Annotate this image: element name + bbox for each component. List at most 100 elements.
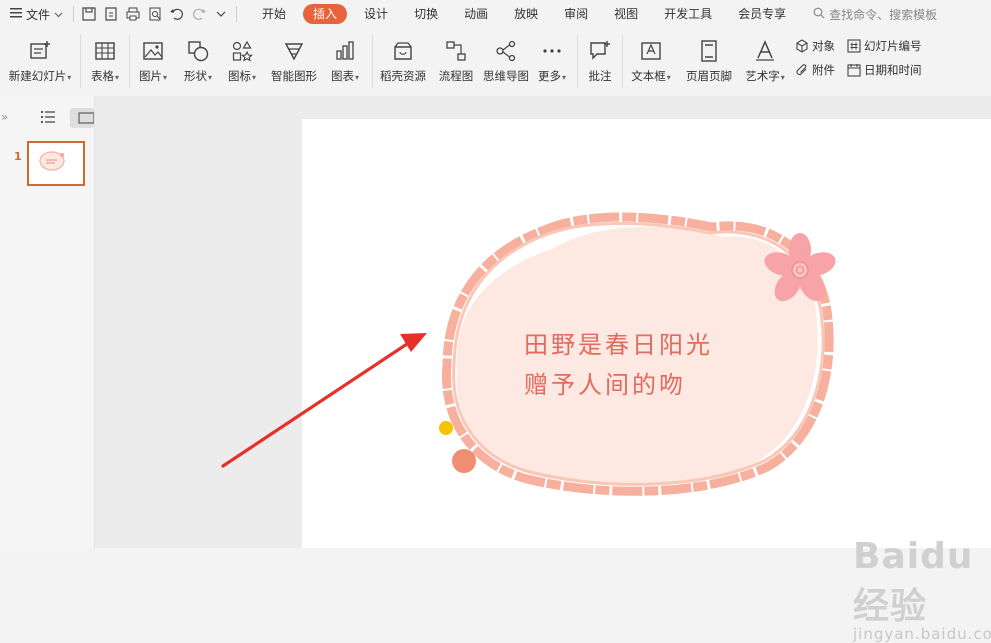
yellow-dot [439, 421, 453, 435]
slide[interactable]: 田野是春日阳光 赠予人间的吻 [302, 119, 991, 548]
calendar-icon [847, 64, 861, 77]
chart-button[interactable]: 图表▾ [324, 28, 366, 90]
ribbon-tabs: 开始 插入 设计 切换 动画 放映 审阅 视图 开发工具 会员专享 [249, 0, 799, 28]
search-placeholder: 查找命令、搜索模板 [829, 7, 938, 22]
slide-number-label: 幻灯片编号 [864, 39, 922, 53]
slide-editing-canvas: 田野是春日阳光 赠予人间的吻 Baidu经验 jingyan.baidu.com [95, 96, 991, 643]
slide-text-line-1: 田野是春日阳光 [524, 331, 713, 359]
resources-icon [390, 38, 416, 64]
chevron-down-icon [54, 7, 63, 21]
mindmap-icon [493, 38, 519, 64]
slide-number-button[interactable]: 幻灯片编号 [847, 38, 937, 54]
outline-view-icon[interactable] [40, 110, 56, 124]
print-icon[interactable] [122, 3, 144, 25]
slide-number-date-group: 幻灯片编号 日期和时间 [847, 28, 937, 78]
divider [236, 6, 238, 22]
shape-icon [185, 38, 211, 64]
wordart-label: 艺术字 [745, 69, 780, 83]
comment-button[interactable]: 批注 [578, 28, 622, 90]
orange-dot [452, 449, 476, 473]
object-attachment-group: 对象 附件 [795, 28, 847, 78]
flowchart-icon [443, 38, 469, 64]
hamburger-icon [10, 7, 22, 21]
tab-review[interactable]: 审阅 [551, 4, 601, 24]
tab-view[interactable]: 视图 [601, 4, 651, 24]
export-pdf-icon[interactable] [100, 3, 122, 25]
resources-label: 稻壳资源 [380, 69, 426, 83]
file-menu[interactable]: 文件 [0, 6, 69, 23]
tab-member[interactable]: 会员专享 [725, 4, 799, 24]
more-icon [539, 38, 565, 64]
tab-home[interactable]: 开始 [249, 4, 299, 24]
comment-icon [587, 38, 613, 64]
textbox-label: 文本框 [631, 69, 666, 83]
resources-button[interactable]: 稻壳资源 [373, 28, 433, 90]
icon-library-icon [229, 38, 255, 64]
command-search[interactable]: 查找命令、搜索模板 [813, 6, 937, 23]
file-menu-label: 文件 [26, 7, 51, 22]
slide-text-box[interactable]: 田野是春日阳光 赠予人间的吻 [524, 325, 713, 405]
comment-label: 批注 [588, 69, 612, 83]
tab-transitions[interactable]: 切换 [401, 4, 451, 24]
mindmap-button[interactable]: 思维导图 [479, 28, 533, 90]
expand-panel-icon[interactable]: » [1, 110, 8, 124]
thumbnail-preview [39, 151, 65, 171]
table-icon [92, 38, 118, 64]
customize-toolbar-icon[interactable] [210, 3, 232, 25]
tab-developer[interactable]: 开发工具 [651, 4, 725, 24]
paperclip-icon [796, 64, 807, 76]
attachment-button[interactable]: 附件 [795, 62, 847, 78]
picture-icon [140, 38, 166, 64]
thumbnail-view-icon[interactable] [70, 108, 95, 128]
ribbon-toolbar: 新建幻灯片▾ 表格▾ 图片▾ 形状▾ 图标▾ 智能图形 图表▾ 稻壳资源 流程图… [0, 28, 991, 96]
smartart-button[interactable]: 智能图形 [264, 28, 324, 90]
print-preview-icon[interactable] [144, 3, 166, 25]
attachment-label: 附件 [812, 63, 835, 77]
slide-thumbnail[interactable] [27, 141, 85, 186]
picture-button[interactable]: 图片▾ [130, 28, 176, 90]
bar-chart-icon [332, 38, 358, 64]
undo-icon[interactable] [166, 3, 188, 25]
tab-design[interactable]: 设计 [351, 4, 401, 24]
picture-label: 图片 [138, 69, 162, 83]
slide-text-line-2: 赠予人间的吻 [524, 371, 686, 399]
smartart-icon [281, 38, 307, 64]
icon-label: 图标 [227, 69, 251, 83]
smartart-label: 智能图形 [271, 69, 317, 83]
new-slide-icon [27, 38, 53, 64]
shape-button[interactable]: 形状▾ [176, 28, 220, 90]
flowchart-button[interactable]: 流程图 [433, 28, 479, 90]
date-time-label: 日期和时间 [864, 63, 922, 77]
watermark-url: jingyan.baidu.com [853, 625, 991, 643]
hash-icon [847, 39, 861, 53]
table-button[interactable]: 表格▾ [81, 28, 129, 90]
tab-insert[interactable]: 插入 [303, 4, 348, 24]
header-footer-button[interactable]: 页眉页脚 [679, 28, 739, 90]
slide-thumbnail-panel: » 1 [0, 96, 95, 548]
textbox-button[interactable]: 文本框▾ [623, 28, 679, 90]
chart-label: 图表 [330, 69, 354, 83]
header-footer-icon [696, 38, 722, 64]
object-button[interactable]: 对象 [795, 38, 847, 54]
cube-icon [796, 39, 808, 53]
shape-label: 形状 [183, 69, 207, 83]
redo-icon[interactable] [188, 3, 210, 25]
header-footer-label: 页眉页脚 [686, 69, 732, 83]
icon-button[interactable]: 图标▾ [220, 28, 264, 90]
wordart-button[interactable]: 艺术字▾ [739, 28, 791, 90]
menu-bar: 文件 开始 插入 设计 切换 动画 放映 审阅 视图 开发工具 会员专享 查找命… [0, 0, 991, 28]
table-label: 表格 [90, 69, 114, 83]
more-label: 更多 [537, 69, 561, 83]
new-slide-button[interactable]: 新建幻灯片▾ [0, 28, 80, 90]
tab-slideshow[interactable]: 放映 [501, 4, 551, 24]
tab-animation[interactable]: 动画 [451, 4, 501, 24]
date-time-button[interactable]: 日期和时间 [847, 62, 937, 78]
watermark-logo: Baidu经验 [853, 536, 974, 627]
save-icon[interactable] [78, 3, 100, 25]
search-icon [813, 7, 825, 22]
textbox-icon [638, 38, 664, 64]
object-label: 对象 [812, 39, 835, 53]
mindmap-label: 思维导图 [483, 69, 529, 83]
more-button[interactable]: 更多▾ [533, 28, 571, 90]
flowchart-label: 流程图 [438, 69, 474, 83]
